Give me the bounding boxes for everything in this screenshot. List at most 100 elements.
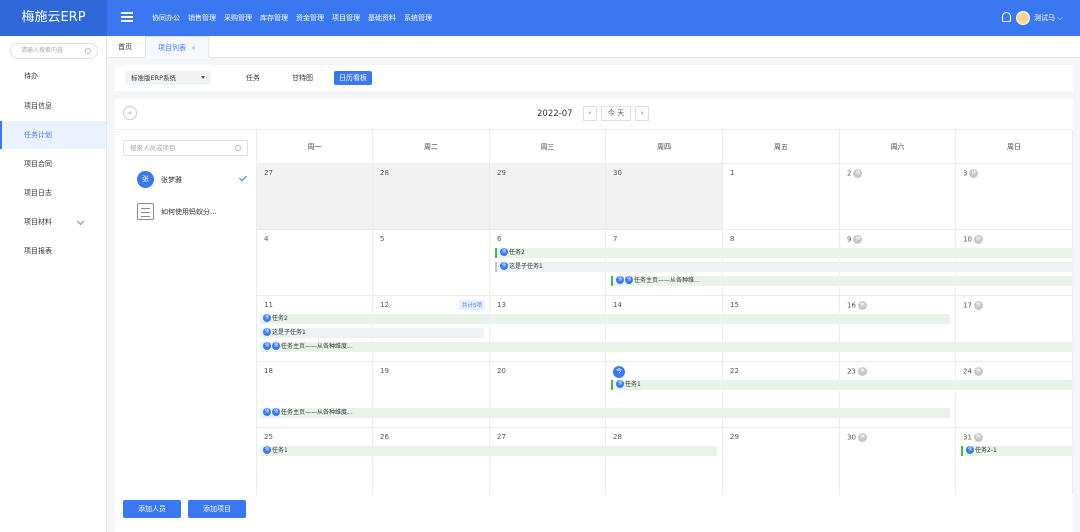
day-cell[interactable]: 26 [373,427,490,495]
top-nav-item[interactable]: 资金管理 [296,13,324,23]
user-avatar[interactable] [1016,11,1030,25]
top-nav-item[interactable]: 项目管理 [332,13,360,23]
sidebar: 请输入搜索内容 待办 项目信息 任务计划 项目合同 项目日志 项目材料 项目报表 [0,36,107,532]
sidebar-search-input[interactable]: 请输入搜索内容 [10,43,98,59]
day-cell[interactable]: 29 [723,427,840,495]
holiday-badge: 休 [857,433,867,442]
avatar: 张 [500,248,508,256]
bell-icon[interactable] [1002,12,1011,22]
top-nav-item[interactable]: 系统管理 [404,13,432,23]
avatar: 张 [966,446,974,454]
person-item[interactable]: 张 张梦雅 [137,171,249,189]
app-logo[interactable]: 梅施云ERP [0,0,107,36]
more-events-badge[interactable]: 共计5项 [459,300,485,310]
day-cell[interactable]: 28 [373,163,490,229]
event-bar[interactable]: 张任务2 [495,248,1073,258]
sidebar-item-project-log[interactable]: 项目日志 [0,179,106,207]
calendar-grid: 周一 周二 周三 周四 周五 周六 周日 27 28 29 30 1 2休 3休… [257,129,1073,495]
avatar: 张 [263,342,271,350]
holiday-badge: 休 [853,235,863,244]
holiday-badge: 休 [857,301,867,310]
tab-home[interactable]: 首页 [118,36,132,58]
top-nav-item[interactable]: 协同办公 [152,13,180,23]
sidebar-item-project-material[interactable]: 项目材料 [0,208,106,236]
calendar-panel: « 2022-07 ‹ 今 天 › 搜索人员或项目 张 张梦雅 如何使用蚂蚁分.… [115,99,1073,532]
day-cell[interactable]: 29 [490,163,606,229]
top-nav-item[interactable]: 库存管理 [260,13,288,23]
day-cell[interactable]: 28 [606,427,723,495]
weekday-header: 周二 [373,129,490,163]
day-cell[interactable]: 2休 [840,163,956,229]
top-nav-item[interactable]: 采购管理 [224,13,252,23]
view-gantt-button[interactable]: 甘特图 [287,71,318,85]
people-search-input[interactable]: 搜索人员或项目 [123,140,248,156]
add-person-button[interactable]: 添加人员 [123,500,181,518]
event-bar[interactable]: 张张任务主页——从各种维度... [260,408,950,418]
event-bar[interactable]: 张任务1 [611,380,1073,390]
event-bar[interactable]: 张这是子任务1 [260,328,484,338]
weekday-header: 周三 [490,129,606,163]
view-task-button[interactable]: 任务 [241,71,265,85]
caret-down-icon [201,76,205,79]
holiday-badge: 休 [973,367,983,376]
top-bar: 梅施云ERP 协同办公 销售管理 采购管理 库存管理 资金管理 项目管理 基础资… [0,0,1080,36]
day-cell[interactable]: 1 [723,163,840,229]
close-icon[interactable]: × [191,45,196,52]
sidebar-item-project-contract[interactable]: 项目合同 [0,150,106,178]
tab-project-list[interactable]: 项目列表 × [145,36,210,58]
day-cell[interactable]: 30 休 [840,427,956,495]
weekday-header: 周一 [257,129,373,163]
toolbar: 标准版ERP系统 任务 甘特图 日历看板 [115,65,1073,91]
day-cell[interactable]: 25 [257,427,373,495]
user-name[interactable]: 测试马 ⌵ [1034,0,1063,36]
collapse-icon[interactable]: « [123,106,137,120]
sidebar-item-todo[interactable]: 待办 [0,62,106,90]
event-bar[interactable]: 张张任务主页——从各种维... [611,276,1073,286]
event-bar[interactable]: 张张任务主页——从各种维度... [260,342,1073,352]
avatar: 张 [263,446,271,454]
holiday-badge: 休 [857,367,867,376]
project-item[interactable]: 如何使用蚂蚁分... [137,203,249,221]
avatar: 张 [616,276,624,284]
prev-month-button[interactable]: ‹ [583,106,597,121]
holiday-badge: 休 [973,235,983,244]
event-bar[interactable]: 张任务2 [260,314,950,324]
next-month-button[interactable]: › [635,106,649,121]
sidebar-item-project-info[interactable]: 项目信息 [0,92,106,120]
search-icon [235,145,241,151]
avatar: 张 [500,262,508,270]
sidebar-item-task-plan[interactable]: 任务计划 [0,121,106,149]
day-cell[interactable]: 31 休 [956,427,1073,495]
event-bar[interactable]: 张任务2-1 [961,446,1073,456]
top-nav-item[interactable]: 销售管理 [188,13,216,23]
day-cell[interactable]: 27 [490,427,606,495]
avatar: 张 [272,342,280,350]
chevron-down-icon [76,217,85,226]
project-title: 如何使用蚂蚁分... [161,208,217,216]
day-cell[interactable]: 5 [373,229,490,295]
top-nav-item[interactable]: 基础资料 [368,13,396,23]
avatar: 张 [272,408,280,416]
person-name: 张梦雅 [161,176,182,184]
today-button[interactable]: 今 天 [601,106,631,121]
sidebar-item-project-report[interactable]: 项目报表 [0,237,106,265]
search-icon [85,48,91,54]
day-cell[interactable]: 24 休 [956,361,1073,427]
holiday-badge: 休 [853,169,863,178]
holiday-badge: 休 [973,301,983,310]
day-cell[interactable]: 27 [257,163,373,229]
avatar: 张 [137,171,154,188]
event-bar[interactable]: 张这是子任务1 [495,262,1073,272]
holiday-badge: 休 [973,433,983,442]
day-cell[interactable]: 30 [606,163,723,229]
top-nav: 协同办公 销售管理 采购管理 库存管理 资金管理 项目管理 基础资料 系统管理 [152,0,432,36]
avatar: 张 [616,380,624,388]
day-cell[interactable]: 4 [257,229,373,295]
event-bar[interactable]: 张任务1 [260,446,717,456]
day-cell[interactable]: 3休 [956,163,1073,229]
menu-toggle-icon[interactable] [121,12,133,22]
add-project-button[interactable]: 添加项目 [188,500,246,518]
system-select[interactable]: 标准版ERP系统 [125,71,211,85]
weekday-header: 周四 [606,129,723,163]
view-calendar-button[interactable]: 日历看板 [334,71,372,85]
